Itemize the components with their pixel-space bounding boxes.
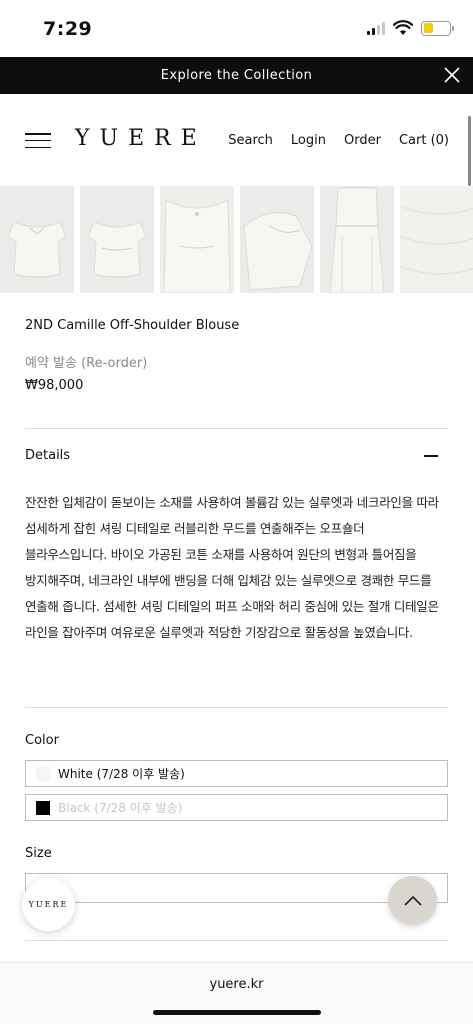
divider: [25, 940, 448, 941]
url-display[interactable]: yuere.kr: [0, 977, 473, 992]
nav-login[interactable]: Login: [291, 133, 326, 148]
color-label: Color: [25, 733, 59, 748]
reorder-label: 예약 발송 (Re-order): [25, 356, 148, 371]
color-option-text: White (7/28 이후 발송): [58, 767, 185, 781]
product-thumbnail[interactable]: [240, 186, 314, 293]
announcement-text[interactable]: Explore the Collection: [161, 68, 312, 83]
floating-logo-text: YUERE: [28, 900, 69, 909]
status-icons: [367, 20, 454, 36]
header-nav: Search Login Order Cart (0): [228, 133, 449, 148]
color-swatch: [36, 766, 50, 781]
color-option-black[interactable]: Black (7/28 이후 발송): [25, 794, 448, 821]
status-time: 7:29: [43, 18, 93, 40]
wifi-icon: [393, 20, 413, 35]
color-option-white[interactable]: White (7/28 이후 발송): [25, 760, 448, 787]
signal-icon: [367, 21, 385, 35]
color-option-text: Black (7/28 이후 발송): [58, 801, 183, 815]
details-heading[interactable]: Details: [25, 448, 70, 463]
menu-icon[interactable]: [25, 133, 51, 148]
scroll-top-button[interactable]: [388, 876, 437, 925]
nav-cart[interactable]: Cart (0): [399, 133, 449, 148]
product-thumbnail[interactable]: [320, 186, 394, 293]
size-selector[interactable]: [25, 873, 448, 903]
home-indicator[interactable]: [153, 1010, 321, 1015]
floating-logo-button[interactable]: YUERE: [22, 878, 75, 931]
collapse-icon[interactable]: [424, 455, 438, 457]
brand-logo[interactable]: YUERE: [75, 126, 207, 151]
details-description: 잔잔한 입체감이 돋보이는 소재를 사용하여 볼륨감 있는 실루엣과 네크라인을…: [25, 495, 439, 640]
scrollbar[interactable]: [468, 116, 471, 186]
product-thumbnail[interactable]: [400, 186, 473, 293]
nav-search[interactable]: Search: [228, 133, 273, 148]
announcement-bar[interactable]: Explore the Collection: [0, 57, 473, 94]
product-thumbnail[interactable]: [80, 186, 154, 293]
battery-icon: [421, 20, 454, 36]
chevron-up-icon: [403, 895, 422, 906]
color-swatch: [36, 800, 50, 815]
browser-bottom-bar: yuere.kr: [0, 962, 473, 1024]
close-icon[interactable]: [443, 66, 461, 84]
size-label: Size: [25, 846, 52, 861]
divider: [25, 707, 448, 708]
product-name: 2ND Camille Off-Shoulder Blouse: [25, 318, 240, 333]
nav-order[interactable]: Order: [344, 133, 381, 148]
site-header: YUERE Search Login Order Cart (0): [0, 94, 473, 186]
product-price: ₩98,000: [25, 378, 84, 393]
product-thumbnail[interactable]: [160, 186, 234, 293]
product-thumbnails: [0, 186, 473, 293]
divider: [25, 428, 448, 429]
status-bar: 7:29: [0, 0, 473, 57]
product-thumbnail[interactable]: [0, 186, 74, 293]
